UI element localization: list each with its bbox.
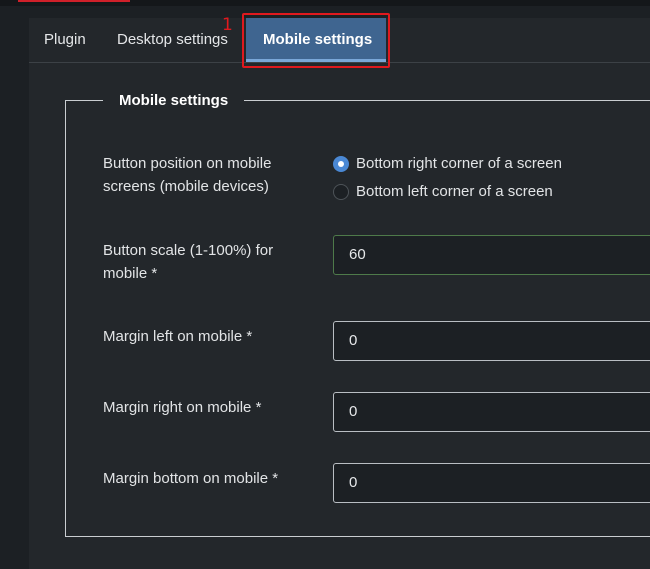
scale-label: Button scale (1-100%) for mobile * [103,242,274,282]
scale-input[interactable]: 60 [333,235,650,275]
radio-unchecked-icon[interactable] [333,184,349,200]
margin-bottom-input[interactable]: 0 [333,463,650,503]
margin-bottom-label: Margin bottom on mobile * [103,470,279,487]
top-accent-line [18,0,130,2]
annotation-step-number: 1 [222,15,233,35]
margin-left-label: Margin left on mobile * [103,328,253,345]
margin-left-input[interactable]: 0 [333,321,650,361]
margin-right-label: Margin right on mobile * [103,399,262,416]
fieldset-legend: Mobile settings [103,90,245,111]
margin-right-input[interactable]: 0 [333,392,650,432]
tab-plugin[interactable]: Plugin [44,18,86,62]
tab-bar: Plugin Desktop settings Mobile settings [29,18,650,63]
tab-mobile-settings[interactable]: Mobile settings [246,18,386,62]
radio-label-bottom-right: Bottom right corner of a screen [356,155,562,172]
tab-desktop-settings[interactable]: Desktop settings [117,18,228,62]
tab-divider [29,62,650,63]
radio-label-bottom-left: Bottom left corner of a screen [356,183,553,200]
position-label: Button position on mobile screens (mobil… [103,155,272,195]
radio-checked-icon[interactable] [333,156,349,172]
